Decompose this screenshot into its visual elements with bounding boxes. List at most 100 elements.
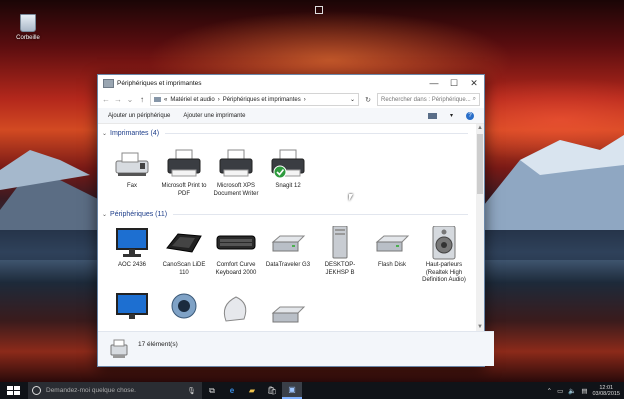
computer-icon — [332, 226, 348, 259]
command-bar: Ajouter un périphérique Ajouter une impr… — [98, 108, 484, 124]
back-arrow-icon[interactable]: ← — [102, 95, 110, 104]
start-button[interactable] — [7, 385, 21, 396]
printer-default-icon — [271, 149, 305, 179]
drive-icon — [271, 306, 306, 322]
devices-group-title: Périphériques (11) — [110, 210, 168, 218]
device-item[interactable] — [262, 291, 314, 325]
screen-capture-marker-icon — [315, 6, 323, 14]
vertical-scrollbar[interactable]: ▲ ▼ — [476, 124, 484, 331]
scroll-down-icon[interactable]: ▼ — [476, 323, 484, 331]
up-arrow-icon[interactable]: ↑ — [138, 95, 146, 104]
collapse-chevron-icon[interactable]: ⌄ — [102, 130, 107, 137]
device-item[interactable]: Haut-parleurs (Realtek High Definition A… — [418, 226, 470, 285]
device-name: DataTraveler G3 — [265, 262, 311, 268]
devices-printers-status-icon — [110, 339, 128, 358]
volume-icon[interactable]: 🔈 — [568, 387, 576, 395]
device-name: Comfort Curve Keyboard 2000 — [215, 262, 257, 276]
cortana-search-placeholder: Demandez-moi quelque chose. — [46, 387, 136, 394]
view-options-icon[interactable] — [427, 112, 437, 119]
scroll-up-icon[interactable]: ▲ — [476, 124, 484, 132]
taskbar: Demandez-moi quelque chose. 🎙 ⧉ e ▰ 🛍 ▣ … — [0, 382, 624, 399]
devices-content: ⌄ Imprimantes (4) Fax Microsoft Print to… — [98, 124, 476, 331]
printer-icon — [219, 149, 253, 177]
printers-group-title: Imprimantes (4) — [110, 129, 160, 137]
file-explorer-icon[interactable]: ▰ — [242, 382, 262, 399]
forward-arrow-icon[interactable]: → — [114, 95, 122, 104]
help-icon[interactable]: ? — [466, 111, 474, 120]
maximize-button[interactable]: ☐ — [444, 75, 464, 91]
breadcrumb-devices-printers[interactable]: Périphériques et imprimantes — [223, 97, 301, 103]
device-item[interactable]: AOC 2436 — [106, 226, 158, 285]
search-placeholder: Rechercher dans : Périphérique... — [381, 96, 471, 103]
microphone-icon[interactable]: 🎙 — [187, 387, 196, 395]
devices-group-header[interactable]: ⌄ Périphériques (11) — [98, 208, 476, 220]
scrollbar-thumb[interactable] — [477, 134, 483, 194]
device-name: Flash Disk — [377, 262, 406, 268]
device-name: Snagit 12 — [275, 183, 301, 189]
clock[interactable]: 12:01 03/08/2015 — [592, 385, 620, 397]
device-name: DESKTOP-JEKHSP B — [324, 262, 356, 276]
mouse-pointer-icon — [349, 194, 353, 201]
address-dropdown-icon[interactable]: ⌄ — [350, 96, 355, 103]
refresh-icon[interactable]: ↻ — [363, 96, 373, 104]
devices-printers-window: Périphériques et imprimantes — ☐ ✕ ← → ⌄… — [97, 74, 494, 367]
view-dropdown-icon[interactable]: ▾ — [450, 112, 453, 119]
device-item[interactable]: Microsoft XPS Document Writer — [210, 147, 262, 198]
breadcrumb-overflow[interactable]: « — [164, 97, 167, 103]
device-name: Haut-parleurs (Realtek High Definition A… — [422, 262, 466, 283]
webcam-icon — [171, 293, 197, 318]
recycle-bin[interactable]: Corbeille — [15, 14, 41, 41]
search-icon: ⌕ — [472, 96, 476, 102]
search-input[interactable]: Rechercher dans : Périphérique... ⌕ — [377, 93, 480, 106]
edge-browser-icon[interactable]: e — [222, 382, 242, 399]
collapse-chevron-icon[interactable]: ⌄ — [102, 211, 107, 218]
add-device-button[interactable]: Ajouter un périphérique — [108, 113, 170, 119]
group-divider — [173, 213, 468, 215]
cortana-search-box[interactable]: Demandez-moi quelque chose. 🎙 — [28, 382, 202, 399]
show-hidden-icons-icon[interactable]: ⌃ — [547, 387, 552, 395]
printers-list: Fax Microsoft Print to PDF Microsoft XPS… — [98, 147, 476, 198]
device-item[interactable]: Flash Disk — [366, 226, 418, 285]
window-app-icon — [103, 78, 114, 88]
recycle-bin-icon — [20, 14, 36, 32]
fax-icon — [115, 152, 149, 176]
monitor-icon — [116, 292, 148, 319]
device-item[interactable]: CanoScan LiDE 110 — [158, 226, 210, 285]
close-button[interactable]: ✕ — [464, 75, 484, 91]
add-printer-button[interactable]: Ajouter une imprimante — [183, 113, 245, 119]
device-item[interactable] — [106, 291, 158, 325]
network-icon[interactable]: ▭ — [557, 387, 563, 395]
breadcrumb-dropdown-icon[interactable]: › — [304, 97, 306, 103]
printers-group-header[interactable]: ⌄ Imprimantes (4) — [98, 127, 476, 139]
store-icon[interactable]: 🛍 — [262, 382, 282, 399]
devices-printers-taskbar-icon[interactable]: ▣ — [282, 382, 302, 399]
device-item[interactable]: DESKTOP-JEKHSP B — [314, 226, 366, 285]
device-name: Fax — [126, 183, 137, 189]
group-divider — [165, 132, 468, 134]
devices-list: AOC 2436 CanoScan LiDE 110 Comfort Curve… — [98, 226, 476, 285]
keyboard-icon — [216, 235, 256, 250]
recent-chevron-icon[interactable]: ⌄ — [126, 95, 134, 104]
speaker-icon — [432, 226, 456, 260]
device-item[interactable]: Comfort Curve Keyboard 2000 — [210, 226, 262, 285]
clock-date: 03/08/2015 — [592, 390, 620, 397]
window-title: Périphériques et imprimantes — [117, 79, 202, 87]
notifications-icon[interactable]: ▤ — [581, 387, 587, 395]
control-panel-icon — [154, 97, 161, 102]
minimize-button[interactable]: — — [424, 75, 444, 91]
address-bar[interactable]: « Matériel et audio › Périphériques et i… — [150, 93, 359, 106]
task-view-icon[interactable]: ⧉ — [202, 382, 222, 399]
device-item[interactable]: Fax — [106, 147, 158, 198]
device-item[interactable] — [210, 291, 262, 325]
device-name: CanoScan LiDE 110 — [162, 262, 206, 276]
device-item[interactable]: Microsoft Print to PDF — [158, 147, 210, 198]
cortana-icon — [32, 386, 41, 395]
device-item[interactable]: DataTraveler G3 — [262, 226, 314, 285]
device-item[interactable] — [158, 291, 210, 325]
title-bar[interactable]: Périphériques et imprimantes — ☐ ✕ — [98, 75, 484, 91]
breadcrumb-hardware-sound[interactable]: Matériel et audio — [170, 97, 214, 103]
device-item[interactable]: Snagit 12 — [262, 147, 314, 198]
breadcrumb-separator: › — [217, 96, 220, 103]
address-bar-row: ← → ⌄ ↑ « Matériel et audio › Périphériq… — [98, 91, 484, 108]
recycle-bin-label: Corbeille — [16, 35, 40, 41]
